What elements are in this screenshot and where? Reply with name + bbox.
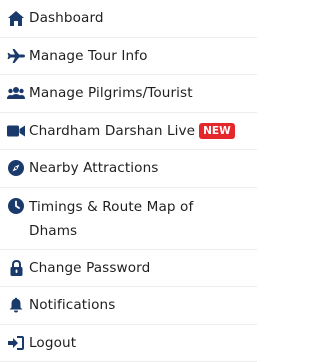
logout-icon [7,334,25,352]
menu-item-timings-route-map[interactable]: Timings & Route Map of Dhams [0,188,257,250]
menu-item-manage-tour-info[interactable]: Manage Tour Info [0,38,257,76]
lock-icon [7,259,25,277]
menu-item-nearby-attractions[interactable]: Nearby Attractions [0,150,257,188]
menu-item-label: Nearby Attractions [29,157,158,179]
home-icon [7,9,25,27]
menu-item-notifications[interactable]: Notifications [0,287,257,325]
bell-icon [7,296,25,314]
video-camera-icon [7,122,25,140]
menu-item-logout[interactable]: Logout [0,325,257,362]
menu-item-label: Notifications [29,294,115,316]
menu-item-label: Manage Tour Info [29,45,147,67]
menu-item-label: Change Password [29,257,150,279]
clock-icon [7,197,25,215]
menu-item-dashboard[interactable]: Dashboard [0,0,257,38]
compass-icon [7,159,25,177]
menu-item-manage-pilgrims[interactable]: Manage Pilgrims/Tourist [0,75,257,113]
airplane-icon [7,47,25,65]
menu-item-label: Timings & Route Map of Dhams [29,195,239,243]
menu-item-label: Dashboard [29,7,104,29]
users-icon [7,84,25,102]
menu-item-chardham-darshan-live[interactable]: Chardham Darshan Live NEW [0,113,257,151]
sidebar-menu: Dashboard Manage Tour Info Manage Pilgri… [0,0,257,362]
menu-item-label: Manage Pilgrims/Tourist [29,82,193,104]
menu-item-label: Chardham Darshan Live [29,120,195,142]
menu-item-label: Logout [29,332,76,354]
menu-item-change-password[interactable]: Change Password [0,250,257,288]
new-badge: NEW [199,123,235,139]
